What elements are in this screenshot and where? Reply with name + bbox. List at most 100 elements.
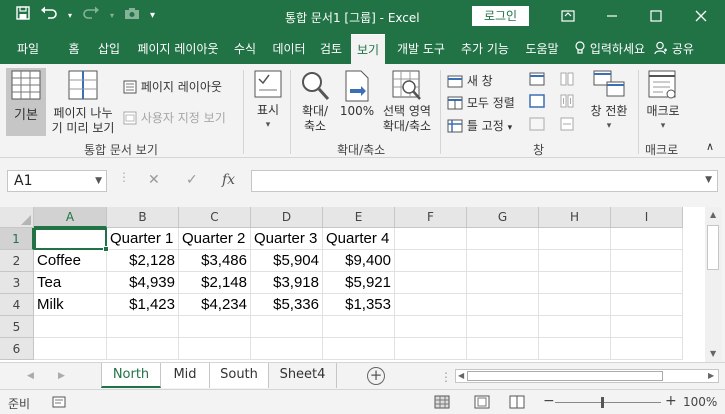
maximize-icon[interactable] [641,4,671,28]
next-sheet-icon[interactable]: ▶ [58,371,65,381]
cell-e2[interactable]: $9,400 [323,250,395,272]
column-header-b[interactable]: B [107,207,179,228]
column-header-a[interactable]: A [34,207,107,228]
tab-file[interactable]: 파일 [10,34,46,64]
cell-h5[interactable] [539,316,611,338]
cell-a6[interactable] [34,338,107,360]
cell-i3[interactable] [611,272,683,294]
page-break-status-icon[interactable] [509,395,525,412]
accessibility-icon[interactable] [52,396,66,411]
enter-icon[interactable]: ✓ [186,172,198,188]
cell-b4[interactable]: $1,423 [107,294,179,316]
tab-split-handle-icon[interactable]: ⋮ [440,370,452,384]
column-header-f[interactable]: F [395,207,467,228]
expand-formula-bar-icon[interactable]: ▼ [705,175,712,185]
sheet-tab-sheet4[interactable]: Sheet4 [269,363,337,388]
cell-d1[interactable]: Quarter 3 [251,228,323,250]
cell-f5[interactable] [395,316,467,338]
reset-window-position-button[interactable] [560,117,574,134]
cell-a2[interactable]: Coffee [34,250,107,272]
cell-e5[interactable] [323,316,395,338]
share-button[interactable]: 공유 [654,34,702,64]
cell-e4[interactable]: $1,353 [323,294,395,316]
freeze-panes-button[interactable]: 틀 고정 ▾ [447,117,512,134]
cell-e1[interactable]: Quarter 4 [323,228,395,250]
cell-d4[interactable]: $5,336 [251,294,323,316]
cell-i2[interactable] [611,250,683,272]
cell-c5[interactable] [179,316,251,338]
login-button[interactable]: 로그인 [472,6,529,26]
cell-b2[interactable]: $2,128 [107,250,179,272]
scroll-left-icon[interactable]: ◀ [458,371,464,380]
cell-e3[interactable]: $5,921 [323,272,395,294]
vertical-scroll-thumb[interactable] [707,225,719,270]
tell-me-search[interactable]: 입력하세요 [574,34,648,64]
cell-f3[interactable] [395,272,467,294]
column-header-d[interactable]: D [251,207,323,228]
tab-data[interactable]: 데이터 [266,34,312,64]
prev-sheet-icon[interactable]: ◀ [27,371,34,381]
switch-windows-button[interactable]: 창 전환 ▾ [585,70,633,134]
page-break-preview-button[interactable]: 페이지 나누 기 미리 보기 [50,70,116,136]
save-icon[interactable] [16,6,30,24]
redo-icon[interactable] [82,6,100,24]
customize-qat-icon[interactable]: ▾ [150,10,155,21]
cell-c3[interactable]: $2,148 [179,272,251,294]
redo-dropdown-icon[interactable]: ▾ [110,11,114,20]
add-sheet-icon[interactable]: + [367,367,385,385]
insert-function-icon[interactable]: fx [222,172,235,188]
undo-dropdown-icon[interactable]: ▾ [68,11,72,20]
cell-a1[interactable] [34,228,107,250]
worksheet-grid[interactable]: A B C D E F G H I 1 Quarter 1 Quarter 2 Quarter 3 Qua… [0,207,705,362]
cell-h1[interactable] [539,228,611,250]
cell-d5[interactable] [251,316,323,338]
scroll-up-icon[interactable]: ▲ [710,210,716,219]
cell-a5[interactable] [34,316,107,338]
column-header-h[interactable]: H [539,207,611,228]
cell-i5[interactable] [611,316,683,338]
tab-developer[interactable]: 개발 도구 [391,34,451,64]
vertical-scrollbar[interactable]: ▲ ▼ [705,207,722,362]
zoom-to-selection-button[interactable]: 선택 영역 확대/축소 [378,70,436,134]
unhide-window-button[interactable] [529,117,545,134]
sheet-tab-north[interactable]: North [101,363,161,388]
cell-d6[interactable] [251,338,323,360]
cell-h6[interactable] [539,338,611,360]
sheet-tab-south[interactable]: South [210,363,269,388]
arrange-all-button[interactable]: 모두 정렬 [447,94,515,111]
minimize-icon[interactable] [597,4,627,28]
fill-handle[interactable] [103,246,109,252]
page-layout-view-button[interactable]: 페이지 레이아웃 [123,78,222,95]
cell-b1[interactable]: Quarter 1 [107,228,179,250]
new-window-button[interactable]: 새 창 [447,72,493,89]
cell-g3[interactable] [467,272,539,294]
view-side-by-side-button[interactable] [560,72,574,89]
column-header-i[interactable]: I [611,207,683,228]
cell-c2[interactable]: $3,486 [179,250,251,272]
cell-h3[interactable] [539,272,611,294]
ribbon-display-options-icon[interactable] [553,4,583,28]
cell-g5[interactable] [467,316,539,338]
zoom-level[interactable]: 100% [683,395,717,409]
cell-g4[interactable] [467,294,539,316]
cell-f2[interactable] [395,250,467,272]
cell-i1[interactable] [611,228,683,250]
zoom-100-button[interactable]: 100% [338,70,376,119]
cell-b6[interactable] [107,338,179,360]
tab-insert[interactable]: 삽입 [93,34,125,64]
cell-b3[interactable]: $4,939 [107,272,179,294]
cell-b5[interactable] [107,316,179,338]
cell-c1[interactable]: Quarter 2 [179,228,251,250]
cell-f1[interactable] [395,228,467,250]
undo-icon[interactable] [40,6,58,24]
custom-views-button[interactable]: 사용자 지정 보기 [123,109,226,126]
scroll-down-icon[interactable]: ▼ [710,349,716,358]
cell-e6[interactable] [323,338,395,360]
row-header-1[interactable]: 1 [0,228,34,250]
cell-c4[interactable]: $4,234 [179,294,251,316]
macros-button[interactable]: 매크로 ▾ [643,70,683,134]
cell-d3[interactable]: $3,918 [251,272,323,294]
cancel-icon[interactable]: ✕ [148,172,160,188]
scroll-right-icon[interactable]: ▶ [708,371,714,380]
row-header-4[interactable]: 4 [0,294,34,316]
